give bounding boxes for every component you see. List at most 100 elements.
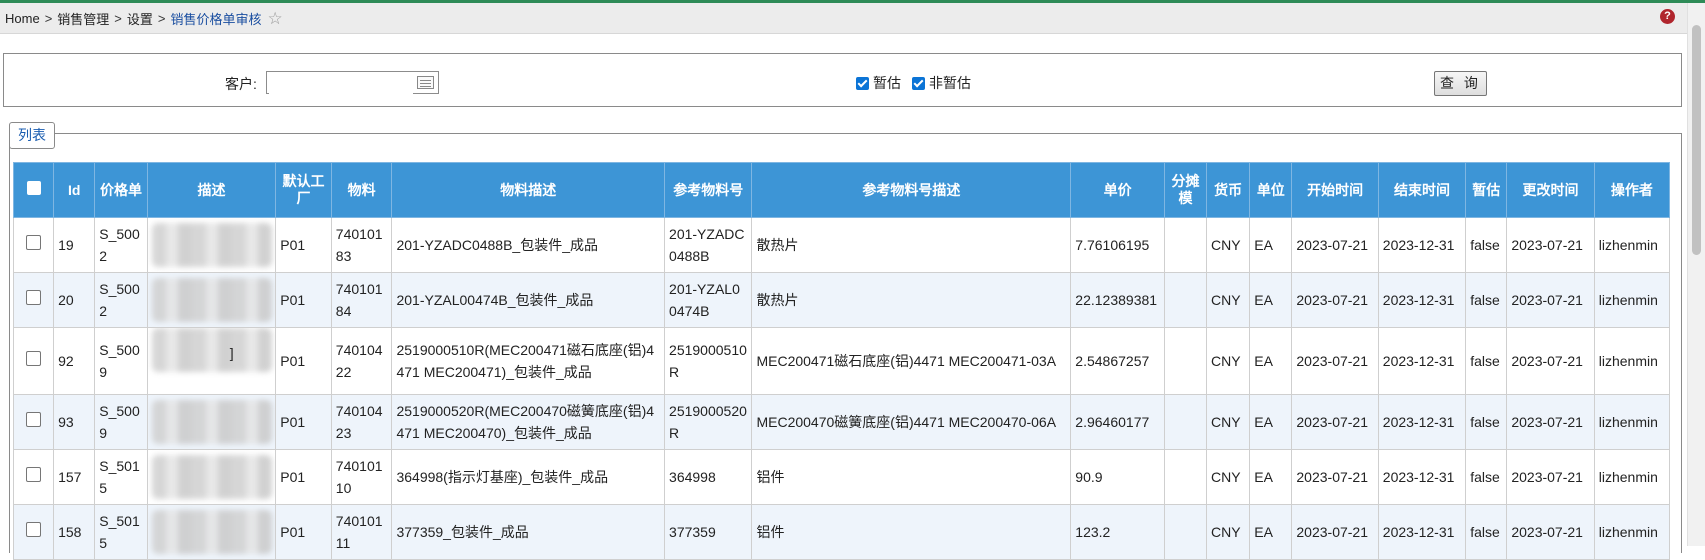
cell-operator: lizhenmin bbox=[1593, 217, 1671, 273]
table-row[interactable]: 93 S_5009 P01 74010423 2519000520R(MEC200470… bbox=[12, 394, 1671, 450]
cell-material-description: 377359_包装件_成品 bbox=[391, 504, 666, 560]
scrollbar-thumb[interactable] bbox=[1692, 25, 1701, 255]
col-header-allocation[interactable]: 分摊模 bbox=[1163, 162, 1208, 218]
cell-currency: CNY bbox=[1206, 449, 1251, 505]
col-header-material-description[interactable]: 物料描述 bbox=[391, 162, 666, 218]
customer-input[interactable] bbox=[269, 73, 413, 94]
row-select-cell[interactable] bbox=[12, 217, 55, 273]
select-all-header[interactable] bbox=[12, 162, 55, 218]
col-header-price-list[interactable]: 价格单 bbox=[94, 162, 148, 218]
row-select-cell[interactable] bbox=[12, 272, 55, 328]
cell-operator: lizhenmin bbox=[1593, 504, 1671, 560]
col-header-unit[interactable]: 单位 bbox=[1249, 162, 1293, 218]
cell-plant: P01 bbox=[275, 327, 332, 395]
calendar-icon[interactable] bbox=[417, 76, 434, 89]
col-header-operator[interactable]: 操作者 bbox=[1593, 162, 1671, 218]
cell-unit: EA bbox=[1249, 449, 1293, 505]
cell-unit-price: 123.2 bbox=[1070, 504, 1165, 560]
row-checkbox[interactable] bbox=[26, 467, 42, 482]
table-row[interactable]: 19 S_5002 P01 74010183 201-YZADC0488B_包装件_成品… bbox=[12, 217, 1671, 273]
cell-price-list: S_5002 bbox=[94, 217, 148, 273]
cell-description bbox=[146, 449, 277, 505]
cell-provisional: false bbox=[1465, 217, 1508, 273]
breadcrumb-sales-management[interactable]: 销售管理 bbox=[57, 9, 109, 28]
col-header-unit-price[interactable]: 单价 bbox=[1070, 162, 1165, 218]
cell-currency: CNY bbox=[1206, 217, 1251, 273]
cell-provisional: false bbox=[1465, 394, 1508, 450]
cell-allocation bbox=[1163, 394, 1208, 450]
col-header-material[interactable]: 物料 bbox=[330, 162, 393, 218]
cell-material-description: 2519000520R(MEC200470磁簧底座(铝)4471 MEC2004… bbox=[391, 394, 666, 450]
cell-id: 19 bbox=[53, 217, 96, 273]
cell-provisional: false bbox=[1465, 327, 1508, 395]
cell-end-date: 2023-12-31 bbox=[1377, 327, 1467, 395]
table-row[interactable]: 92 S_5009] P01 74010422 2519000510R(MEC20047… bbox=[12, 327, 1671, 395]
cell-material-description: 201-YZADC0488B_包装件_成品 bbox=[391, 217, 666, 273]
cell-material: 74010184 bbox=[330, 272, 393, 328]
cell-allocation bbox=[1163, 504, 1208, 560]
help-icon[interactable]: ? bbox=[1660, 9, 1675, 24]
query-button[interactable]: 查 询 bbox=[1434, 71, 1487, 96]
breadcrumb-home[interactable]: Home bbox=[5, 11, 40, 26]
col-header-changed-date[interactable]: 更改时间 bbox=[1506, 162, 1595, 218]
col-header-id[interactable]: Id bbox=[53, 162, 96, 218]
col-header-provisional[interactable]: 暂估 bbox=[1465, 162, 1508, 218]
non-provisional-checkbox[interactable] bbox=[912, 76, 925, 90]
cell-description bbox=[146, 272, 277, 328]
breadcrumb-separator: > bbox=[157, 10, 166, 26]
row-checkbox[interactable] bbox=[26, 522, 42, 537]
table-row[interactable]: 20 S_5002 P01 74010184 201-YZAL00474B_包装件_成品… bbox=[12, 272, 1671, 328]
row-select-cell[interactable] bbox=[12, 327, 55, 395]
cell-reference-material-no: 201-YZADC0488B bbox=[664, 217, 753, 273]
cell-end-date: 2023-12-31 bbox=[1377, 394, 1467, 450]
redacted-description-blur bbox=[151, 223, 272, 267]
breadcrumb-settings[interactable]: 设置 bbox=[127, 9, 153, 28]
row-checkbox[interactable] bbox=[26, 235, 42, 250]
cell-start-date: 2023-07-21 bbox=[1291, 504, 1379, 560]
cell-currency: CNY bbox=[1206, 272, 1251, 328]
col-header-reference-material-no[interactable]: 参考物料号 bbox=[664, 162, 753, 218]
col-header-description[interactable]: 描述 bbox=[146, 162, 277, 218]
row-checkbox[interactable] bbox=[26, 290, 42, 305]
cell-price-list: S_5002 bbox=[94, 272, 148, 328]
cell-end-date: 2023-12-31 bbox=[1377, 272, 1467, 328]
col-header-currency[interactable]: 货币 bbox=[1206, 162, 1251, 218]
cell-id: 20 bbox=[53, 272, 96, 328]
col-header-reference-material-description[interactable]: 参考物料号描述 bbox=[751, 162, 1072, 218]
cell-end-date: 2023-12-31 bbox=[1377, 504, 1467, 560]
cell-reference-material-description: 铝件 bbox=[751, 504, 1072, 560]
table-row[interactable]: 158 S_5015 P01 74010111 377359_包装件_成品 377359 铝… bbox=[12, 504, 1671, 560]
cell-material: 74010183 bbox=[330, 217, 393, 273]
row-checkbox[interactable] bbox=[26, 351, 42, 366]
customer-label: 客户: bbox=[225, 76, 257, 92]
breadcrumb: Home > 销售管理 > 设置 > 销售价格单审核 ☆ bbox=[0, 3, 1705, 34]
provisional-checkbox[interactable] bbox=[856, 76, 869, 90]
cell-unit: EA bbox=[1249, 217, 1293, 273]
provisional-filter[interactable]: 暂估 bbox=[856, 73, 901, 93]
row-checkbox[interactable] bbox=[26, 412, 42, 427]
cell-provisional: false bbox=[1465, 449, 1508, 505]
table-row[interactable]: 157 S_5015 P01 74010110 364998(指示灯基座)_包装件_成品… bbox=[12, 449, 1671, 505]
customer-field[interactable] bbox=[266, 71, 439, 94]
vertical-scrollbar[interactable] bbox=[1687, 3, 1705, 546]
select-all-checkbox[interactable] bbox=[26, 181, 41, 195]
row-select-cell[interactable] bbox=[12, 504, 55, 560]
cell-start-date: 2023-07-21 bbox=[1291, 449, 1379, 505]
col-header-default-plant[interactable]: 默认工厂 bbox=[275, 162, 332, 218]
row-select-cell[interactable] bbox=[12, 449, 55, 505]
star-outline-icon[interactable]: ☆ bbox=[268, 10, 283, 27]
cell-provisional: false bbox=[1465, 504, 1508, 560]
redacted-description-blur bbox=[151, 455, 272, 499]
non-provisional-label: 非暂估 bbox=[929, 75, 971, 91]
col-header-end-date[interactable]: 结束时间 bbox=[1377, 162, 1467, 218]
cell-material-description: 2519000510R(MEC200471磁石底座(铝)4471 MEC2004… bbox=[391, 327, 666, 395]
cell-changed-date: 2023-07-21 bbox=[1506, 217, 1595, 273]
cell-plant: P01 bbox=[275, 504, 332, 560]
redacted-description-blur bbox=[151, 328, 272, 372]
non-provisional-filter[interactable]: 非暂估 bbox=[912, 73, 971, 93]
breadcrumb-current-page: 销售价格单审核 bbox=[170, 11, 262, 27]
row-select-cell[interactable] bbox=[12, 394, 55, 450]
col-header-start-date[interactable]: 开始时间 bbox=[1291, 162, 1379, 218]
cell-changed-date: 2023-07-21 bbox=[1506, 504, 1595, 560]
cell-start-date: 2023-07-21 bbox=[1291, 394, 1379, 450]
